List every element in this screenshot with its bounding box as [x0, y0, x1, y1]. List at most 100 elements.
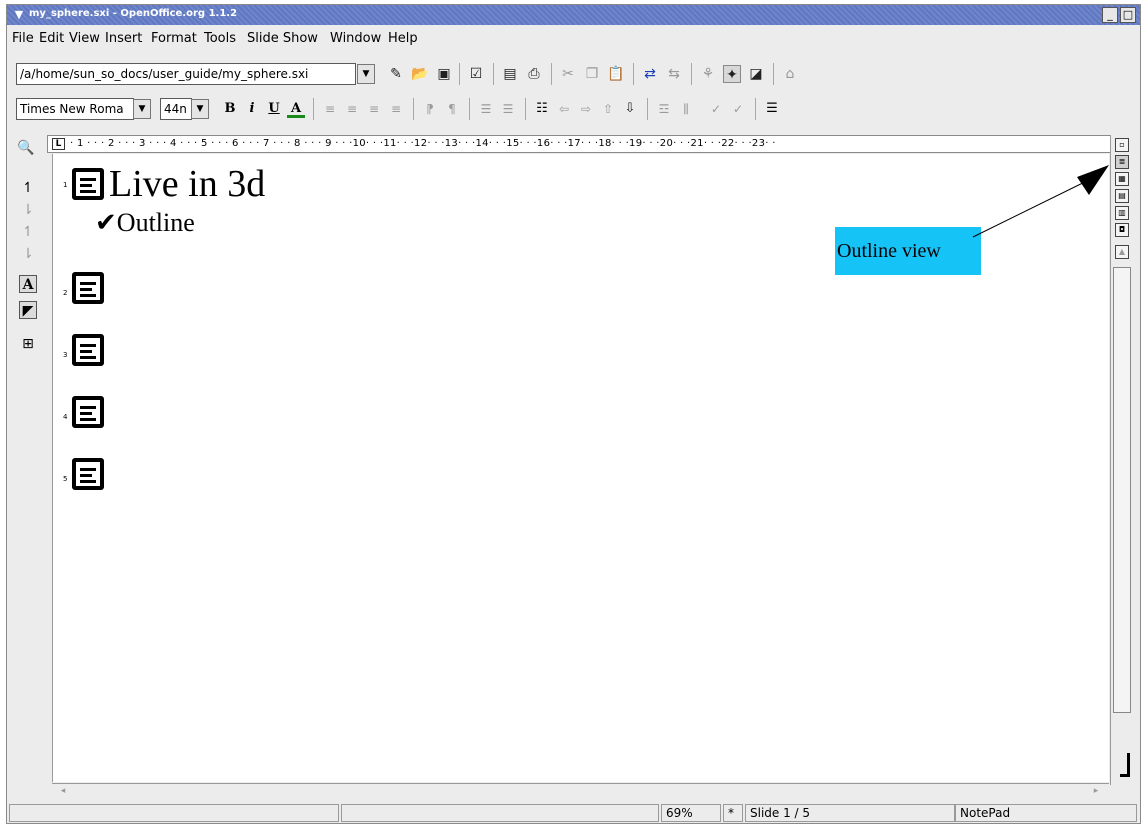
align-left-icon[interactable]: ≡	[321, 100, 339, 118]
menu-view[interactable]: View	[69, 31, 100, 46]
scroll-up-icon[interactable]: ▲	[1115, 245, 1129, 259]
undo-icon[interactable]: ⇄	[641, 65, 659, 83]
menu-window[interactable]: Window	[330, 31, 381, 46]
slide-icon[interactable]	[72, 458, 104, 490]
slide-icon[interactable]	[72, 168, 104, 200]
menu-insert[interactable]: Insert	[105, 31, 142, 46]
tab-stop-icon[interactable]: L	[52, 138, 65, 150]
decrease-spacing-icon[interactable]: ☰	[477, 100, 495, 118]
font-name-input[interactable]: Times New Roma	[16, 98, 134, 120]
character-spacing-icon[interactable]: ⫼	[677, 100, 695, 118]
window-menu-icon[interactable]: ▼	[11, 8, 27, 22]
redo-icon[interactable]: ⇆	[665, 65, 683, 83]
scroll-thumb[interactable]	[1113, 267, 1131, 713]
font-size-input[interactable]: 44n	[160, 98, 192, 120]
justify-icon[interactable]: ≡	[387, 100, 405, 118]
menu-help[interactable]: Help	[388, 31, 418, 46]
show-subpoints-icon[interactable]: ⇂	[19, 245, 37, 263]
autospell-icon[interactable]: ✓	[729, 100, 747, 118]
gallery-icon[interactable]: ◪	[747, 65, 765, 83]
menu-slide-show[interactable]: Slide Show	[247, 31, 318, 46]
align-center-icon[interactable]: ≡	[343, 100, 361, 118]
separator	[755, 98, 756, 120]
title-bar[interactable]: ▼ my_sphere.sxi - OpenOffice.org 1.1.2 _…	[7, 5, 1140, 25]
bold-icon[interactable]: B	[221, 100, 239, 118]
promote-icon[interactable]: ⇦	[555, 100, 573, 118]
left-to-right-icon[interactable]: ⁋	[421, 100, 439, 118]
horizontal-ruler[interactable]: L · 1 · · · 2 · · · 3 · · · 4 · · · 5 · …	[47, 135, 1112, 153]
formatting-on-off-icon[interactable]: A	[19, 275, 37, 293]
separator	[551, 63, 552, 85]
align-right-icon[interactable]: ≡	[365, 100, 383, 118]
ruler-ticks: · 1 · · · 2 · · · 3 · · · 4 · · · 5 · · …	[70, 138, 776, 149]
slide-sorter-icon[interactable]: ◘	[1115, 223, 1129, 237]
slide-icon[interactable]	[72, 272, 104, 304]
handout-view-icon[interactable]: ▥	[1115, 206, 1129, 220]
drawing-view-icon[interactable]: ▫	[1115, 138, 1129, 152]
slide-number: 4	[63, 413, 68, 421]
underline-icon[interactable]: U	[265, 100, 283, 118]
vertical-scrollbar[interactable]: ▫ ≣ ▦ ▤ ▥ ◘ ▲	[1110, 135, 1132, 785]
separator	[525, 98, 526, 120]
move-down-icon[interactable]: ⇩	[621, 100, 639, 118]
edit-file-icon[interactable]: ✎	[387, 65, 405, 83]
zoom-level[interactable]: 69%	[661, 804, 721, 822]
outline-toolbar: 🔍 ↿ ⇂ ↿ ⇂ A ◤ ⊞	[7, 127, 43, 787]
line-spacing-icon[interactable]: ☲	[655, 100, 673, 118]
slide-indicator: Slide 1 / 5	[745, 804, 955, 822]
navigator-icon[interactable]: ✦	[723, 65, 741, 83]
data-sources-icon[interactable]: ⌂	[781, 65, 799, 83]
increase-spacing-icon[interactable]: ☰	[499, 100, 517, 118]
separator	[773, 63, 774, 85]
open-folder-icon[interactable]: 📂	[411, 65, 429, 83]
horizontal-scrollbar[interactable]: ◂ ▸	[52, 783, 1109, 799]
slide-view-icon[interactable]: ▦	[1115, 172, 1129, 186]
resize-corner-icon	[1120, 753, 1130, 777]
slide-icon[interactable]	[72, 396, 104, 428]
demote-icon[interactable]: ⇨	[577, 100, 595, 118]
slide-number: 5	[63, 475, 68, 483]
right-to-left-icon[interactable]: ¶	[443, 100, 461, 118]
bullets-icon[interactable]: ☷	[533, 100, 551, 118]
copy-icon[interactable]: ❐	[583, 65, 601, 83]
font-color-icon[interactable]: A	[287, 100, 305, 118]
outline-bullet[interactable]: ✔Outline	[95, 208, 195, 238]
font-name-dropdown-icon[interactable]: ▼	[133, 99, 151, 119]
layout-name: NotePad	[955, 804, 1137, 822]
save-icon[interactable]: ▣	[435, 65, 453, 83]
minimize-button[interactable]: _	[1102, 7, 1118, 23]
move-up-icon[interactable]: ⇧	[599, 100, 617, 118]
menu-edit[interactable]: Edit	[39, 31, 64, 46]
scroll-right-icon[interactable]: ▸	[1089, 784, 1103, 798]
url-input[interactable]: /a/home/sun_so_docs/user_guide/my_sphere…	[16, 63, 356, 85]
scroll-left-icon[interactable]: ◂	[56, 784, 70, 798]
slide-icon[interactable]	[72, 334, 104, 366]
url-dropdown-icon[interactable]: ▼	[357, 64, 375, 84]
spellcheck-icon[interactable]: ✓	[707, 100, 725, 118]
function-toolbar: /a/home/sun_so_docs/user_guide/my_sphere…	[7, 51, 1140, 91]
menu-format[interactable]: Format	[151, 31, 197, 46]
all-levels-icon[interactable]: ⇂	[19, 201, 37, 219]
menu-tools[interactable]: Tools	[204, 31, 236, 46]
print-icon[interactable]: ⎙	[525, 65, 543, 83]
italic-icon[interactable]: i	[243, 100, 261, 118]
hyperlink-icon[interactable]: ⚘	[699, 65, 717, 83]
font-size-dropdown-icon[interactable]: ▼	[191, 99, 209, 119]
first-level-icon[interactable]: ↿	[19, 179, 37, 197]
cut-icon[interactable]: ✂	[559, 65, 577, 83]
list-icon[interactable]: ☰	[763, 100, 781, 118]
modified-indicator: *	[723, 804, 743, 822]
outline-view-icon[interactable]: ≣	[1115, 155, 1129, 169]
notes-view-icon[interactable]: ▤	[1115, 189, 1129, 203]
slide-title[interactable]: Live in 3d	[109, 162, 265, 206]
hide-subpoints-icon[interactable]: ↿	[19, 223, 37, 241]
export-pdf-icon[interactable]: ▤	[501, 65, 519, 83]
zoom-icon[interactable]: 🔍	[17, 139, 35, 157]
paste-icon[interactable]: 📋	[607, 65, 625, 83]
black-white-view-icon[interactable]: ◤	[19, 301, 37, 319]
maximize-button[interactable]: □	[1120, 7, 1136, 23]
separator	[469, 98, 470, 120]
slide-show-icon[interactable]: ⊞	[19, 335, 37, 353]
menu-file[interactable]: File	[12, 31, 34, 46]
edit-mode-icon[interactable]: ☑	[467, 65, 485, 83]
